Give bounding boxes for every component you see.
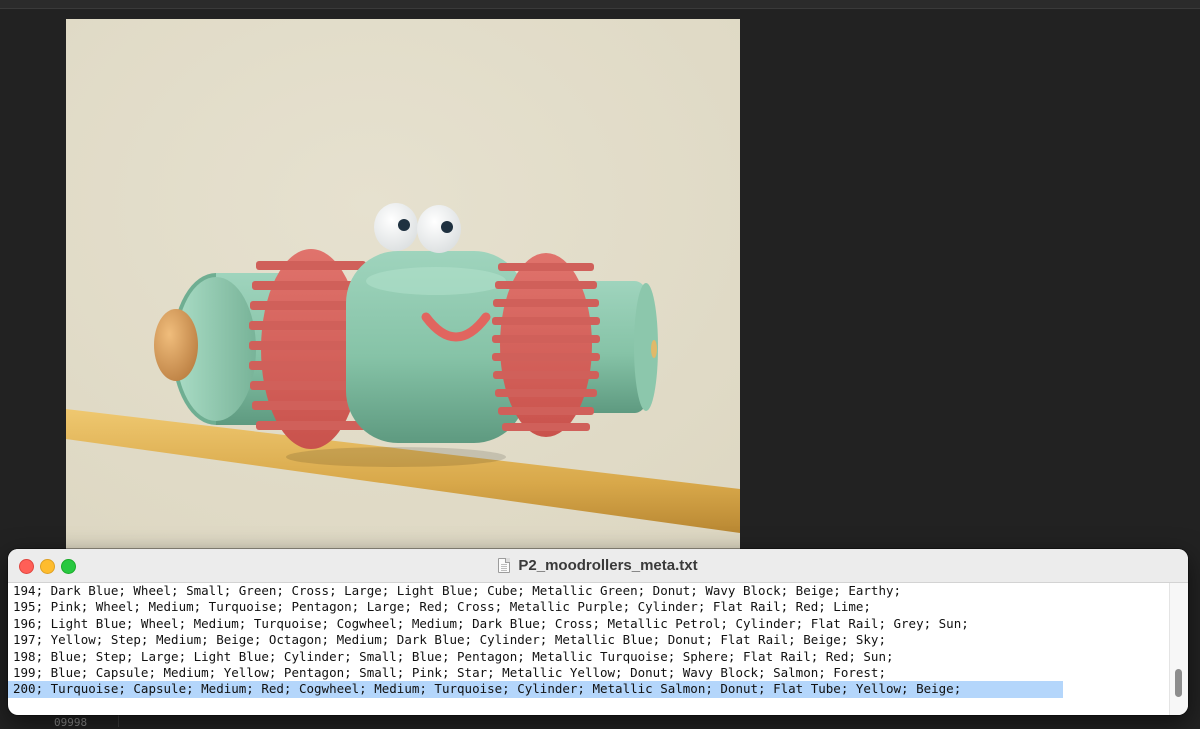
background-frame-number: 09998 <box>54 716 88 729</box>
background-divider <box>118 714 119 727</box>
top-window-strip <box>0 0 1200 9</box>
text-line[interactable]: 194; Dark Blue; Wheel; Small; Green; Cro… <box>8 583 1170 599</box>
text-line[interactable]: 198; Blue; Step; Large; Light Blue; Cyli… <box>8 649 1170 665</box>
text-content-area[interactable]: 194; Dark Blue; Wheel; Small; Green; Cro… <box>8 583 1170 715</box>
selected-text-line[interactable]: 200; Turquoise; Capsule; Medium; Red; Co… <box>8 681 1063 698</box>
text-line[interactable]: 196; Light Blue; Wheel; Medium; Turquois… <box>8 616 1170 632</box>
text-editor-window[interactable]: P2_moodrollers_meta.txt 194; Dark Blue; … <box>8 549 1188 715</box>
vertical-scrollbar[interactable] <box>1169 583 1188 715</box>
text-line[interactable]: 199; Blue; Capsule; Medium; Yellow; Pent… <box>8 665 1170 681</box>
moodroller-render-image <box>66 19 740 549</box>
image-preview <box>66 19 740 549</box>
text-line[interactable]: 195; Pink; Wheel; Medium; Turquoise; Pen… <box>8 599 1170 615</box>
text-line[interactable]: 197; Yellow; Step; Medium; Beige; Octago… <box>8 632 1170 648</box>
window-titlebar[interactable]: P2_moodrollers_meta.txt <box>8 549 1188 583</box>
text-document-icon <box>498 558 511 573</box>
window-title: P2_moodrollers_meta.txt <box>518 557 698 574</box>
scrollbar-thumb[interactable] <box>1175 669 1182 697</box>
window-title-group: P2_moodrollers_meta.txt <box>8 549 1188 582</box>
